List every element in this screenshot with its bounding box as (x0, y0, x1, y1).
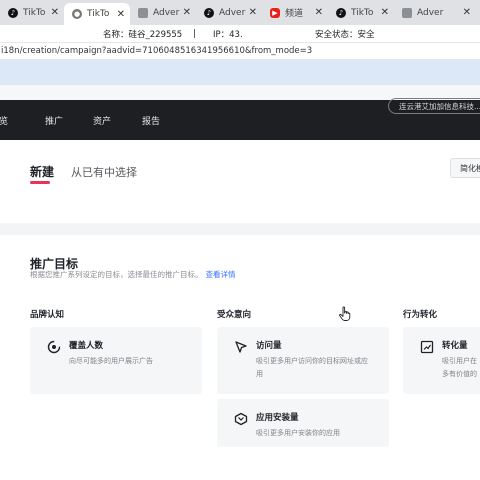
option-description-line: 用 (256, 370, 263, 378)
profile-ip: IP：43. (213, 29, 243, 40)
option-description: 向尽可能多的用户展示广告 (69, 357, 153, 365)
close-icon[interactable]: ✕ (51, 7, 59, 18)
browser-tab-label: Adver (153, 7, 180, 18)
close-icon[interactable]: ✕ (183, 7, 191, 18)
active-tab-indicator (30, 181, 50, 184)
security-status: 安全状态：安全 (315, 29, 375, 40)
top-banner-strip (0, 60, 480, 85)
nav-item-reports[interactable]: 报告 (142, 114, 160, 127)
option-name: 应用安装量 (256, 413, 299, 423)
browser-tab[interactable]: Adver ✕ (130, 0, 196, 25)
tiktok-icon: ♪ (204, 7, 214, 18)
youtube-icon: ▶ (270, 7, 280, 18)
creation-mode-card: 新建 从已有中选择 简化模式 (0, 140, 480, 223)
browser-tab-label: Adver (417, 7, 444, 18)
tab-select-existing[interactable]: 从已有中选择 (71, 164, 137, 180)
objective-option-traffic[interactable]: 访问量 吸引更多用户访问你的目标网址或应 用 (217, 327, 389, 394)
objective-option-conversion[interactable]: 转化量 吸引用户在 多有价值的 (403, 327, 480, 394)
option-description: 吸引更多用户访问你的目标网址或应 用 (256, 355, 368, 381)
browser-tab[interactable]: ▶ 频道 ✕ (262, 0, 328, 25)
nav-item-assets[interactable]: 资产 (93, 114, 111, 127)
browser-tab[interactable]: ♪ TikTo ✕ (0, 0, 64, 25)
close-icon[interactable]: ✕ (463, 7, 471, 18)
section-subtitle: 根据您推广系列设定的目标，选择最佳的推广目标。 查看详情 (30, 269, 236, 280)
learn-more-link[interactable]: 查看详情 (206, 270, 236, 279)
nav-item-overview[interactable]: 概览 (0, 114, 8, 127)
url-text[interactable]: i18n/creation/campaign?aadvid=7106048516… (1, 46, 312, 56)
simple-mode-button[interactable]: 简化模式 (450, 158, 480, 178)
option-name: 转化量 (442, 341, 468, 351)
option-name: 访问量 (256, 341, 282, 351)
column-title-consideration: 受众意向 (217, 310, 252, 320)
close-icon[interactable]: ✕ (381, 7, 389, 18)
account-selector-button[interactable]: 连云港艾加加信息科技... (388, 98, 480, 114)
chart-trend-icon (420, 340, 434, 354)
objective-option-reach[interactable]: 覆盖人数 向尽可能多的用户展示广告 (30, 327, 202, 394)
nav-item-campaign[interactable]: 推广 (45, 114, 63, 127)
close-icon[interactable]: ✕ (117, 9, 125, 20)
option-description-line: 多有价值的 (442, 370, 477, 378)
browser-tab[interactable]: Adver ✕ (394, 0, 480, 25)
address-bar[interactable]: i18n/creation/campaign?aadvid=7106048516… (0, 42, 480, 60)
subtitle-text: 根据您推广系列设定的目标，选择最佳的推广目标。 (30, 270, 203, 279)
reach-icon (47, 340, 61, 354)
adver-icon (138, 7, 148, 18)
close-icon[interactable]: ✕ (249, 7, 257, 18)
tiktok-icon: ♪ (336, 7, 346, 18)
browser-tab-label: 频道 (285, 9, 304, 19)
browser-tab-label: TikTo (87, 9, 110, 19)
adver-icon (402, 7, 412, 18)
browser-tab-label: TikTo (351, 7, 374, 18)
option-name: 覆盖人数 (69, 341, 104, 351)
info-divider: | (193, 28, 196, 39)
option-description: 吸引更多用户安装你的应用 (256, 429, 340, 437)
browser-tab[interactable]: ♪ Adver ✕ (196, 0, 262, 25)
tiktok-icon: ♪ (8, 7, 18, 18)
profile-info-bar: 名称：硅谷_229555 | IP：43. 安全状态：安全 (0, 25, 480, 42)
hand-pointer-icon (339, 306, 351, 321)
column-title-awareness: 品牌认知 (30, 310, 65, 320)
tab-create-new[interactable]: 新建 (30, 163, 54, 180)
chrome-icon: ● (72, 9, 82, 19)
column-title-conversion: 行为转化 (403, 310, 438, 320)
app-cube-icon (234, 412, 248, 426)
objective-option-app-install[interactable]: 应用安装量 吸引更多用户安装你的应用 (217, 399, 389, 447)
browser-tab-label: TikTo (23, 7, 46, 18)
browser-tab-strip: ♪ TikTo ✕ ● TikTo ✕ Adver ✕ ♪ Adver ✕ ▶ … (0, 0, 480, 25)
objective-card: 推广目标 根据您推广系列设定的目标，选择最佳的推广目标。 查看详情 品牌认知 受众… (0, 235, 480, 480)
option-description-line: 吸引更多用户访问你的目标网址或应 (256, 357, 368, 365)
option-description-line: 吸引用户在 (442, 357, 477, 365)
cursor-arrow-icon (235, 341, 247, 353)
profile-name: 名称：硅谷_229555 (103, 29, 183, 40)
browser-tab-active[interactable]: ● TikTo ✕ (64, 3, 130, 25)
browser-tab[interactable]: ♪ TikTo ✕ (328, 0, 394, 25)
browser-tab-label: Adver (219, 7, 246, 18)
close-icon[interactable]: ✕ (315, 7, 323, 18)
option-description: 吸引用户在 多有价值的 (442, 355, 477, 381)
